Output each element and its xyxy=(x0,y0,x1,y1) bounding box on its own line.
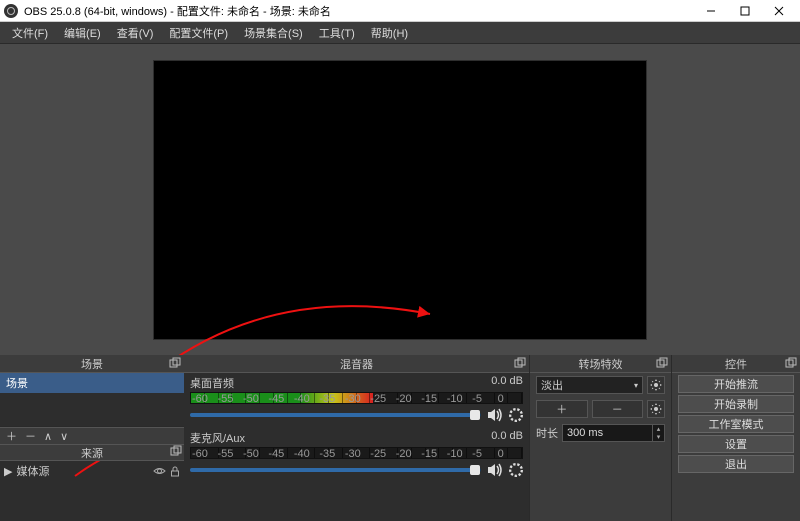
add-transition-button[interactable]: ＋ xyxy=(536,400,588,418)
channel-db: 0.0 dB xyxy=(491,430,523,446)
scene-item[interactable]: 场景 xyxy=(0,373,184,393)
remove-transition-button[interactable]: － xyxy=(592,400,644,418)
transitions-body: 淡出 ▾ ＋ － 时长 300 ms ▴▾ xyxy=(530,373,671,521)
mixer-title: 混音器 xyxy=(340,356,373,372)
mixer-channel: 桌面音频0.0 dB-60-55-50-45-40-35-30-25-20-15… xyxy=(184,373,529,428)
popout-icon[interactable] xyxy=(168,356,182,370)
mixer-body: 桌面音频0.0 dB-60-55-50-45-40-35-30-25-20-15… xyxy=(184,373,529,521)
transition-current: 淡出 xyxy=(541,377,563,393)
sources-list[interactable]: ▶ 媒体源 xyxy=(0,461,184,521)
scenes-header[interactable]: 场景 xyxy=(0,355,184,373)
sources-title: 来源 xyxy=(81,445,103,461)
duration-input[interactable]: 300 ms ▴▾ xyxy=(562,424,665,442)
controls-header[interactable]: 控件 xyxy=(672,355,800,373)
preview-canvas[interactable] xyxy=(153,60,647,340)
mixer-panel: 混音器 桌面音频0.0 dB-60-55-50-45-40-35-30-25-2… xyxy=(184,355,530,521)
control-button[interactable]: 工作室模式 xyxy=(678,415,794,433)
window-title: OBS 25.0.8 (64-bit, windows) - 配置文件: 未命名… xyxy=(24,3,694,19)
lock-icon[interactable] xyxy=(170,466,180,477)
maximize-button[interactable] xyxy=(728,0,762,22)
transitions-panel: 转场特效 淡出 ▾ ＋ － 时长 300 ms xyxy=(530,355,672,521)
source-label: 媒体源 xyxy=(16,463,49,479)
dock: 场景 场景 ＋ － ∧ ∨ 来源 ▶ 媒体源 xyxy=(0,355,800,521)
preview-area xyxy=(0,44,800,355)
menubar: 文件(F) 编辑(E) 查看(V) 配置文件(P) 场景集合(S) 工具(T) … xyxy=(0,22,800,44)
menu-tools[interactable]: 工具(T) xyxy=(311,23,363,43)
transitions-header[interactable]: 转场特效 xyxy=(530,355,671,373)
transition-select[interactable]: 淡出 ▾ xyxy=(536,376,643,394)
controls-body: 开始推流开始录制工作室模式设置退出 xyxy=(672,373,800,521)
control-button[interactable]: 开始推流 xyxy=(678,375,794,393)
stepper-up-icon[interactable]: ▴ xyxy=(652,425,664,433)
sources-panel: ＋ － ∧ ∨ 来源 ▶ 媒体源 xyxy=(0,427,184,521)
sources-header[interactable]: 来源 xyxy=(0,445,184,461)
transition-settings-button[interactable] xyxy=(647,376,665,394)
speaker-icon[interactable] xyxy=(487,408,503,422)
menu-view[interactable]: 查看(V) xyxy=(109,23,162,43)
menu-help[interactable]: 帮助(H) xyxy=(363,23,416,43)
duration-value: 300 ms xyxy=(567,427,603,439)
window-buttons xyxy=(694,0,796,22)
control-button[interactable]: 开始录制 xyxy=(678,395,794,413)
vu-meter: -60-55-50-45-40-35-30-25-20-15-10-50 xyxy=(190,392,523,404)
transition-properties-button[interactable] xyxy=(647,400,665,418)
move-down-button[interactable]: ∨ xyxy=(60,430,68,443)
popout-icon[interactable] xyxy=(513,356,527,370)
sources-toolbar: ＋ － ∧ ∨ xyxy=(0,427,184,445)
controls-panel: 控件 开始推流开始录制工作室模式设置退出 xyxy=(672,355,800,521)
visibility-icon[interactable] xyxy=(153,466,166,477)
volume-slider[interactable] xyxy=(190,413,481,417)
transitions-title: 转场特效 xyxy=(579,356,623,372)
gear-icon[interactable] xyxy=(509,408,523,422)
stepper-down-icon[interactable]: ▾ xyxy=(652,433,664,441)
menu-file[interactable]: 文件(F) xyxy=(4,23,56,43)
channel-name: 桌面音频 xyxy=(190,375,491,391)
control-button[interactable]: 退出 xyxy=(678,455,794,473)
mixer-header[interactable]: 混音器 xyxy=(184,355,529,373)
chevron-down-icon: ▾ xyxy=(634,381,638,390)
source-item[interactable]: ▶ 媒体源 xyxy=(0,461,184,481)
mixer-channel: 麦克风/Aux0.0 dB-60-55-50-45-40-35-30-25-20… xyxy=(184,428,529,483)
close-button[interactable] xyxy=(762,0,796,22)
expand-icon[interactable]: ▶ xyxy=(4,465,12,478)
menu-scene-collection[interactable]: 场景集合(S) xyxy=(236,23,311,43)
app-icon xyxy=(4,4,18,18)
move-up-button[interactable]: ∧ xyxy=(44,430,52,443)
titlebar: OBS 25.0.8 (64-bit, windows) - 配置文件: 未命名… xyxy=(0,0,800,22)
minimize-button[interactable] xyxy=(694,0,728,22)
remove-source-button[interactable]: － xyxy=(25,428,36,444)
vu-meter: -60-55-50-45-40-35-30-25-20-15-10-50 xyxy=(190,447,523,459)
popout-icon[interactable] xyxy=(170,445,182,457)
menu-edit[interactable]: 编辑(E) xyxy=(56,23,109,43)
controls-title: 控件 xyxy=(725,356,747,372)
speaker-icon[interactable] xyxy=(487,463,503,477)
popout-icon[interactable] xyxy=(784,356,798,370)
scenes-title: 场景 xyxy=(81,356,103,372)
volume-slider[interactable] xyxy=(190,468,481,472)
scenes-panel: 场景 场景 xyxy=(0,355,184,427)
scenes-list[interactable]: 场景 xyxy=(0,373,184,426)
control-button[interactable]: 设置 xyxy=(678,435,794,453)
gear-icon[interactable] xyxy=(509,463,523,477)
menu-profile[interactable]: 配置文件(P) xyxy=(161,23,236,43)
channel-name: 麦克风/Aux xyxy=(190,430,491,446)
add-source-button[interactable]: ＋ xyxy=(6,428,17,444)
channel-db: 0.0 dB xyxy=(491,375,523,391)
popout-icon[interactable] xyxy=(655,356,669,370)
duration-label: 时长 xyxy=(536,425,558,441)
